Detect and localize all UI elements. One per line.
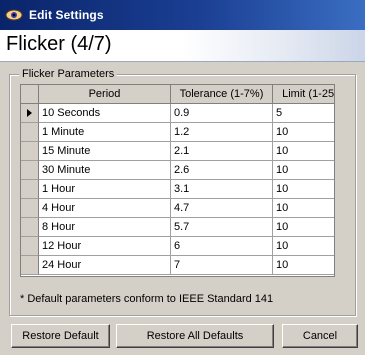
period-cell: 10 Seconds [39, 104, 171, 123]
period-cell: 1 Minute [39, 123, 171, 142]
window-title: Edit Settings [29, 8, 104, 22]
restore-all-defaults-button[interactable]: Restore All Defaults [116, 324, 274, 348]
table-row[interactable]: 30 Minute 2.6 10 [21, 161, 334, 180]
tolerance-cell[interactable]: 7 [171, 256, 273, 275]
tolerance-cell[interactable]: 1.2 [171, 123, 273, 142]
tolerance-cell[interactable]: 6 [171, 237, 273, 256]
period-cell: 8 Hour [39, 218, 171, 237]
footnote: * Default parameters conform to IEEE Sta… [20, 293, 274, 305]
grid-header-row: Period Tolerance (1-7%) Limit (1-255) [21, 85, 334, 104]
period-cell: 1 Hour [39, 180, 171, 199]
page-title: Flicker (4/7) [6, 33, 112, 55]
parameters-grid[interactable]: Period Tolerance (1-7%) Limit (1-255) 10… [20, 84, 335, 277]
restore-default-button[interactable]: Restore Default [11, 324, 110, 348]
row-selector[interactable] [21, 180, 39, 199]
row-selector[interactable] [21, 142, 39, 161]
limit-cell[interactable]: 10 [273, 161, 334, 180]
row-selector[interactable] [21, 123, 39, 142]
tolerance-cell[interactable]: 4.7 [171, 199, 273, 218]
column-header-limit[interactable]: Limit (1-255) [273, 85, 334, 104]
row-selector[interactable] [21, 218, 39, 237]
tolerance-cell[interactable]: 3.1 [171, 180, 273, 199]
limit-cell[interactable]: 10 [273, 142, 334, 161]
app-eye-icon [5, 8, 23, 22]
table-row[interactable]: 4 Hour 4.7 10 [21, 199, 334, 218]
row-header-corner [21, 85, 39, 104]
tolerance-cell[interactable]: 2.6 [171, 161, 273, 180]
table-row[interactable]: 8 Hour 5.7 10 [21, 218, 334, 237]
period-cell: 15 Minute [39, 142, 171, 161]
table-row[interactable]: 12 Hour 6 10 [21, 237, 334, 256]
limit-cell[interactable]: 10 [273, 218, 334, 237]
tolerance-cell[interactable]: 5.7 [171, 218, 273, 237]
page-header: Flicker (4/7) [0, 30, 365, 62]
row-selector[interactable] [21, 199, 39, 218]
table-row[interactable]: 15 Minute 2.1 10 [21, 142, 334, 161]
period-cell: 24 Hour [39, 256, 171, 275]
cancel-button[interactable]: Cancel [282, 324, 358, 348]
tolerance-cell[interactable]: 2.1 [171, 142, 273, 161]
group-label: Flicker Parameters [19, 68, 118, 80]
row-selector[interactable] [21, 161, 39, 180]
period-cell: 4 Hour [39, 199, 171, 218]
limit-cell[interactable]: 10 [273, 256, 334, 275]
title-bar: Edit Settings [0, 0, 365, 30]
period-cell: 30 Minute [39, 161, 171, 180]
column-header-period[interactable]: Period [39, 85, 171, 104]
period-cell: 12 Hour [39, 237, 171, 256]
limit-cell[interactable]: 10 [273, 199, 334, 218]
table-row[interactable]: 1 Hour 3.1 10 [21, 180, 334, 199]
table-row[interactable]: 1 Minute 1.2 10 [21, 123, 334, 142]
table-row[interactable]: 24 Hour 7 10 [21, 256, 334, 275]
tolerance-cell[interactable]: 0.9 [171, 104, 273, 123]
column-header-tolerance[interactable]: Tolerance (1-7%) [171, 85, 273, 104]
table-row[interactable]: 10 Seconds 0.9 5 [21, 104, 334, 123]
current-row-arrow-icon [27, 109, 32, 117]
limit-cell[interactable]: 5 [273, 104, 334, 123]
limit-cell[interactable]: 10 [273, 180, 334, 199]
row-selector[interactable] [21, 237, 39, 256]
limit-cell[interactable]: 10 [273, 123, 334, 142]
limit-cell[interactable]: 10 [273, 237, 334, 256]
row-selector[interactable] [21, 104, 39, 123]
row-selector[interactable] [21, 256, 39, 275]
